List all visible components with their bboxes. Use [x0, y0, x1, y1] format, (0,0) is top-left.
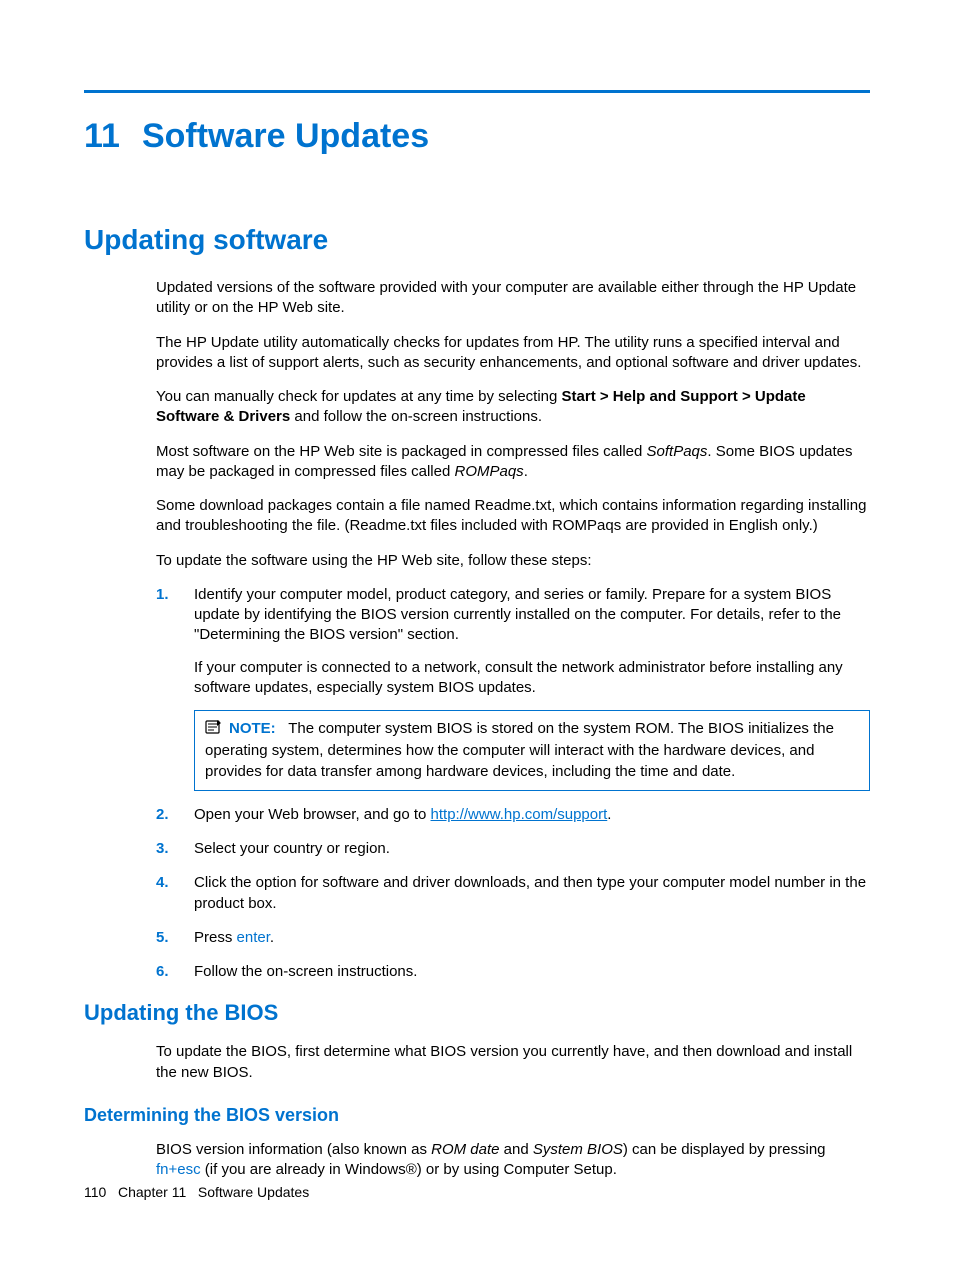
step-number: 4. [156, 873, 169, 893]
step-number: 2. [156, 805, 169, 825]
step-number: 3. [156, 839, 169, 859]
page-number: 110 [84, 1184, 106, 1200]
step-1: 1. Identify your computer model, product… [156, 585, 870, 791]
step-text: Press [194, 929, 237, 946]
step-text: Identify your computer model, product ca… [194, 585, 870, 646]
footer-chapter-label: Chapter 11 [118, 1184, 186, 1200]
key-enter: enter [237, 929, 270, 946]
term-rom-date: ROM date [431, 1141, 499, 1158]
chapter-number: 11 [84, 117, 120, 156]
step-text: Follow the on-screen instructions. [194, 963, 417, 980]
text: ) can be displayed by pressing [623, 1141, 826, 1158]
text: BIOS version information (also known as [156, 1141, 431, 1158]
step-text: If your computer is connected to a netwo… [194, 658, 870, 699]
page-footer: 110 Chapter 11 Software Updates [84, 1184, 309, 1200]
step-text: Click the option for software and driver… [194, 874, 866, 911]
paragraph: BIOS version information (also known as … [156, 1140, 870, 1181]
note-icon [205, 719, 223, 741]
text: (if you are already in Windows®) or by u… [201, 1161, 617, 1178]
paragraph: Some download packages contain a file na… [156, 496, 870, 537]
term-softpaqs: SoftPaqs [647, 443, 708, 460]
step-text: Open your Web browser, and go to [194, 806, 431, 823]
step-text: . [607, 806, 611, 823]
section-heading-updating-bios: Updating the BIOS [84, 1000, 870, 1026]
footer-chapter-title: Software Updates [198, 1184, 309, 1200]
key-fn-esc: fn+esc [156, 1161, 201, 1178]
step-number: 5. [156, 928, 169, 948]
section-heading-updating-software: Updating software [84, 224, 870, 256]
step-2: 2. Open your Web browser, and go to http… [156, 805, 870, 825]
paragraph: The HP Update utility automatically chec… [156, 333, 870, 374]
section-body: To update the BIOS, first determine what… [84, 1042, 870, 1083]
section-body: Updated versions of the software provide… [84, 278, 870, 571]
step-text: . [270, 929, 274, 946]
text: and [499, 1141, 532, 1158]
chapter-title: 11 Software Updates [84, 117, 870, 156]
chapter-name: Software Updates [142, 117, 429, 155]
term-rompaqs: ROMPaqs [455, 463, 524, 480]
step-4: 4. Click the option for software and dri… [156, 873, 870, 914]
text: . [524, 463, 528, 480]
paragraph: To update the BIOS, first determine what… [156, 1042, 870, 1083]
paragraph: Most software on the HP Web site is pack… [156, 442, 870, 483]
section-body: BIOS version information (also known as … [84, 1140, 870, 1181]
note-text: The computer system BIOS is stored on th… [205, 720, 834, 780]
note-label: NOTE: [229, 720, 276, 737]
steps-list: 1. Identify your computer model, product… [84, 585, 870, 983]
step-number: 6. [156, 962, 169, 982]
text: Most software on the HP Web site is pack… [156, 443, 647, 460]
paragraph: To update the software using the HP Web … [156, 551, 870, 571]
note-box: NOTE: The computer system BIOS is stored… [194, 710, 870, 791]
step-5: 5. Press enter. [156, 928, 870, 948]
top-rule [84, 90, 870, 93]
section-heading-determining-bios-version: Determining the BIOS version [84, 1105, 870, 1126]
text: You can manually check for updates at an… [156, 388, 562, 405]
note-text [280, 720, 288, 737]
step-6: 6. Follow the on-screen instructions. [156, 962, 870, 982]
support-link[interactable]: http://www.hp.com/support [431, 806, 608, 823]
term-system-bios: System BIOS [533, 1141, 623, 1158]
step-3: 3. Select your country or region. [156, 839, 870, 859]
step-number: 1. [156, 585, 169, 605]
text: and follow the on-screen instructions. [290, 408, 542, 425]
step-text: Select your country or region. [194, 840, 390, 857]
paragraph: You can manually check for updates at an… [156, 387, 870, 428]
paragraph: Updated versions of the software provide… [156, 278, 870, 319]
